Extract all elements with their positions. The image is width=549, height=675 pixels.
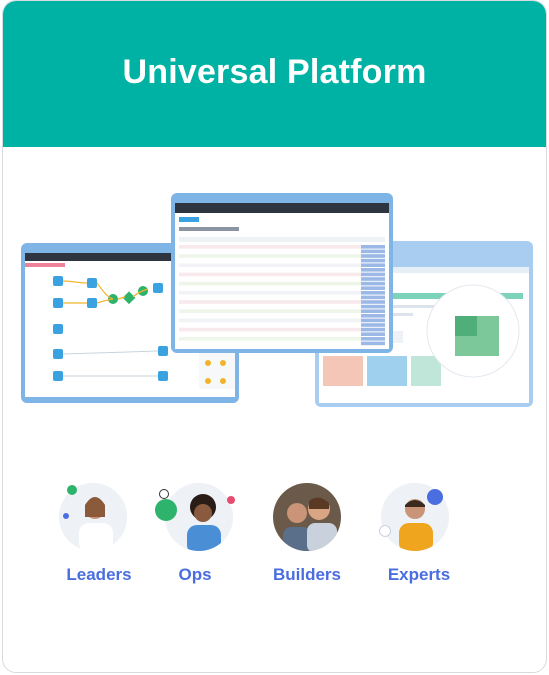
- table-row: [179, 341, 385, 346]
- table-cell-highlight: [361, 295, 385, 300]
- table-cell-highlight: [361, 337, 385, 341]
- decorative-dot: [159, 489, 169, 499]
- table-screen: [171, 193, 393, 353]
- page-title: Universal Platform: [122, 53, 427, 91]
- persona-label: Experts: [387, 565, 451, 584]
- persona-label: Leaders: [66, 565, 132, 584]
- table-cell-highlight: [361, 272, 385, 277]
- table-row: [179, 327, 385, 332]
- table-cell-highlight: [361, 327, 385, 332]
- table-row: [179, 268, 385, 272]
- table-cell-highlight: [361, 341, 385, 346]
- table-cell-highlight: [361, 314, 385, 318]
- table-cell-highlight: [361, 254, 385, 258]
- table-cell-highlight: [361, 281, 385, 286]
- persona-label: Ops: [178, 565, 212, 584]
- header-banner: Universal Platform: [3, 1, 546, 147]
- table-row: [179, 337, 385, 341]
- persona-label: Builders: [272, 565, 342, 584]
- table-row: [179, 304, 385, 309]
- decorative-dot: [67, 485, 77, 495]
- product-screens-collage: [21, 193, 533, 407]
- table-row: [179, 318, 385, 323]
- table-row: [179, 272, 385, 277]
- table-row: [179, 314, 385, 318]
- table-row: [179, 291, 385, 295]
- table-cell-highlight: [361, 309, 385, 313]
- platform-card: Universal Platform Leaders Ops Builders …: [2, 0, 547, 673]
- table-row: [179, 286, 385, 290]
- table-row: [179, 258, 385, 263]
- table-row: [179, 300, 385, 304]
- table-row: [179, 332, 385, 336]
- table-cell-highlight: [361, 268, 385, 272]
- table-cell-highlight: [361, 245, 385, 249]
- table-cell-highlight: [361, 286, 385, 290]
- table-cell-highlight: [361, 277, 385, 281]
- table-cell-highlight: [361, 304, 385, 309]
- table-row: [179, 295, 385, 300]
- table-cell-highlight: [361, 258, 385, 263]
- table-row: [179, 323, 385, 327]
- table-row: [179, 245, 385, 249]
- table-cell-highlight: [361, 263, 385, 267]
- table-cell-highlight: [361, 300, 385, 304]
- decorative-dot: [227, 496, 235, 504]
- table-row: [179, 277, 385, 281]
- table-row: [179, 254, 385, 258]
- table-cell-highlight: [361, 291, 385, 295]
- table-row: [179, 309, 385, 313]
- decorative-dot: [63, 513, 69, 519]
- table-cell-highlight: [361, 332, 385, 336]
- table-cell-highlight: [361, 323, 385, 327]
- decorative-dot: [155, 499, 177, 521]
- decorative-dot: [427, 489, 443, 505]
- decorative-dot: [379, 525, 391, 537]
- table-row: [179, 263, 385, 267]
- ops-avatar-icon: [165, 483, 233, 551]
- table-cell-highlight: [361, 249, 385, 254]
- builders-avatar-icon: [273, 483, 341, 551]
- table-row: [179, 281, 385, 286]
- table-row: [179, 249, 385, 254]
- table-cell-highlight: [361, 318, 385, 323]
